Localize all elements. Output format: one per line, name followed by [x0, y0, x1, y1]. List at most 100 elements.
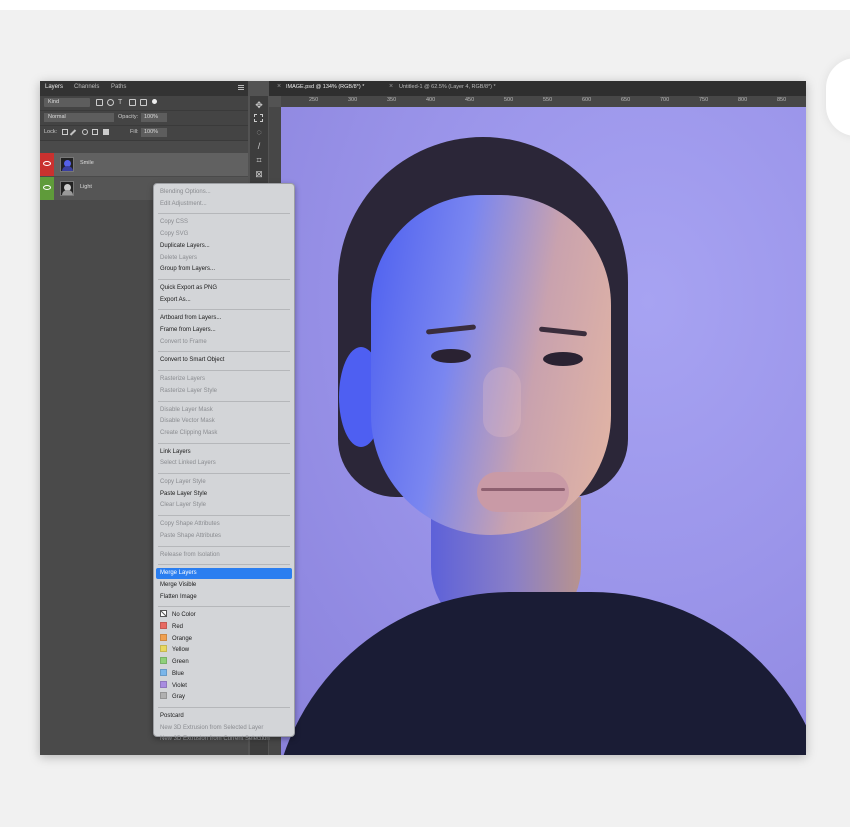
shape-filter-icon[interactable] — [129, 99, 136, 106]
page-top-band — [0, 0, 850, 10]
filter-toggle-icon[interactable] — [152, 99, 157, 104]
menu-item-label: Copy CSS — [160, 219, 189, 226]
menu-item-label: Paste Shape Attributes — [160, 532, 222, 539]
tab-channels[interactable]: Channels — [74, 84, 99, 90]
tab-paths[interactable]: Paths — [111, 84, 126, 90]
menu-item-disable-layer-mask: Disable Layer Mask — [160, 405, 213, 416]
crop-tool-icon[interactable]: ⌗ — [254, 155, 264, 165]
pixel-filter-icon[interactable] — [96, 99, 103, 106]
menu-item-label: Green — [172, 659, 189, 666]
menu-item-convert-to-frame: Convert to Frame — [160, 337, 207, 348]
brush-tool-icon[interactable]: / — [254, 141, 264, 151]
menu-item-red[interactable]: Red — [160, 622, 183, 633]
menu-item-violet[interactable]: Violet — [160, 680, 187, 692]
ruler-tick: 800 — [738, 97, 748, 103]
menu-item-rasterize-layer-style: Rasterize Layer Style — [160, 386, 217, 397]
lock-image-icon[interactable] — [69, 129, 77, 136]
menu-item-gray[interactable]: Gray — [160, 692, 185, 703]
menu-item-new-3d-extrusion-from-current-selection: New 3D Extrusion from Current Selection — [160, 734, 270, 745]
close-tab-icon[interactable]: × — [389, 83, 393, 90]
menu-item-green[interactable]: Green — [160, 657, 189, 668]
smart-object-filter-icon[interactable] — [140, 99, 147, 106]
menu-item-label: Blue — [172, 670, 185, 677]
lock-artboard-icon[interactable] — [92, 129, 98, 135]
lasso-tool-icon[interactable]: ◌ — [254, 127, 264, 137]
opacity-input[interactable]: 100% — [141, 113, 167, 122]
menu-item-group-from-layers[interactable]: Group from Layers... — [160, 264, 215, 275]
menu-item-label: Create Clipping Mask — [160, 429, 218, 436]
menu-item-label: Yellow — [172, 647, 190, 654]
menu-separator — [158, 309, 290, 311]
tab-image-psd[interactable]: IMAGE.psd @ 134% (RGB/8*) * — [286, 84, 364, 90]
portrait-lips — [477, 472, 569, 512]
menu-item-label: No Color — [172, 612, 196, 619]
portrait-shirt — [281, 592, 806, 755]
menu-item-orange[interactable]: Orange — [160, 633, 192, 645]
menu-item-export-as[interactable]: Export As... — [160, 295, 191, 306]
menu-item-frame-from-layers[interactable]: Frame from Layers... — [160, 325, 216, 336]
color-swatch-icon — [160, 622, 167, 629]
menu-separator — [158, 545, 290, 547]
visibility-eye-icon[interactable] — [40, 153, 54, 176]
menu-item-no-color[interactable]: No Color — [160, 610, 196, 621]
menu-separator — [158, 278, 290, 280]
layer-row-smile[interactable]: Smile — [40, 153, 248, 176]
filter-kind-select[interactable]: Kind — [44, 98, 90, 107]
menu-item-merge-layers[interactable]: Merge Layers — [156, 568, 292, 580]
portrait-eye-left — [431, 349, 471, 363]
color-swatch-icon — [160, 633, 167, 641]
menu-item-merge-visible[interactable]: Merge Visible — [160, 580, 196, 591]
menu-item-label: Disable Vector Mask — [160, 418, 215, 425]
tab-untitled-1[interactable]: Untitled-1 @ 62.5% (Layer 4, RGB/8*) * — [399, 84, 496, 90]
frame-tool-icon[interactable]: ⊠ — [254, 169, 264, 179]
fill-value: 100% — [144, 129, 159, 135]
menu-item-quick-export-as-png[interactable]: Quick Export as PNG — [160, 283, 217, 294]
ruler-tick: 300 — [348, 97, 358, 103]
menu-item-label: Convert to Frame — [160, 338, 207, 345]
menu-item-label: New 3D Extrusion from Selected Layer — [160, 724, 264, 731]
fill-input[interactable]: 100% — [141, 128, 167, 137]
panel-menu-icon[interactable] — [238, 85, 244, 86]
menu-item-artboard-from-layers[interactable]: Artboard from Layers... — [160, 313, 221, 324]
tab-layers[interactable]: Layers — [45, 84, 63, 90]
visibility-eye-icon[interactable] — [40, 177, 54, 200]
ruler-tick: 650 — [621, 97, 631, 103]
blend-mode-select[interactable]: Normal — [44, 113, 114, 122]
color-swatch-icon — [160, 610, 167, 618]
document-canvas[interactable] — [281, 107, 806, 755]
menu-item-yellow[interactable]: Yellow — [160, 645, 189, 656]
menu-item-postcard[interactable]: Postcard — [160, 711, 184, 722]
menu-item-release-from-isolation: Release from Isolation — [160, 550, 220, 561]
type-filter-icon[interactable]: T — [118, 99, 125, 106]
menu-separator — [158, 351, 290, 353]
menu-item-label: Flatten Image — [160, 593, 197, 600]
menu-item-blue[interactable]: Blue — [160, 668, 185, 680]
menu-item-label: Rasterize Layer Style — [160, 387, 218, 394]
menu-item-label: Merge Visible — [160, 581, 197, 588]
menu-item-duplicate-layers[interactable]: Duplicate Layers... — [160, 241, 210, 252]
blend-row: Normal Opacity: 100% — [40, 111, 248, 126]
menu-separator — [158, 706, 290, 708]
move-tool-icon[interactable]: ✥ — [254, 100, 264, 110]
menu-item-label: Copy Layer Style — [160, 479, 206, 485]
menu-item-link-layers[interactable]: Link Layers — [160, 447, 191, 458]
panel-tabs: Layers Channels Paths — [40, 81, 248, 96]
fill-label: Fill: — [130, 129, 139, 135]
lock-transparent-icon[interactable] — [62, 129, 68, 135]
portrait-eye-right — [543, 352, 583, 366]
menu-item-label: Group from Layers... — [160, 266, 216, 273]
close-tab-icon[interactable]: × — [277, 83, 281, 90]
menu-item-label: Duplicate Layers... — [160, 242, 210, 249]
menu-item-label: Quick Export as PNG — [160, 284, 218, 291]
adjustment-filter-icon[interactable] — [107, 99, 114, 106]
menu-item-flatten-image[interactable]: Flatten Image — [160, 592, 197, 603]
document-tabs: × IMAGE.psd @ 134% (RGB/8*) * × Untitled… — [269, 81, 806, 96]
marquee-tool-icon[interactable] — [254, 114, 263, 122]
lock-position-icon[interactable] — [82, 129, 88, 135]
ruler-tick: 750 — [699, 97, 709, 103]
menu-item-convert-to-smart-object[interactable]: Convert to Smart Object — [160, 355, 224, 366]
menu-separator — [158, 606, 290, 608]
menu-item-paste-layer-style[interactable]: Paste Layer Style — [160, 489, 207, 500]
menu-separator — [158, 564, 290, 566]
lock-all-icon[interactable] — [103, 129, 109, 135]
